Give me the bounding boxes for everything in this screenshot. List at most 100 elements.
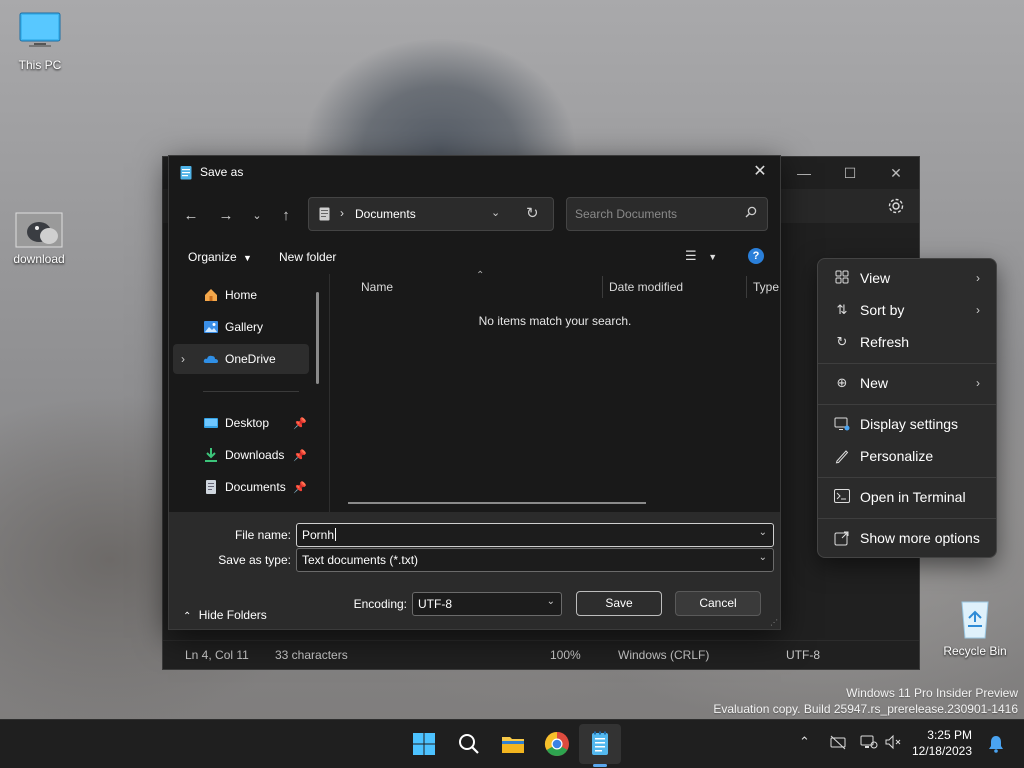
sidebar-item-gallery[interactable]: Gallery [173, 312, 309, 342]
desktop-icon-label: This PC [18, 58, 62, 72]
back-arrow-icon[interactable]: ← [179, 204, 203, 228]
home-icon [205, 289, 217, 301]
file-name-input[interactable]: Pornh ⌄ [296, 523, 774, 547]
recent-chevron-down-icon[interactable]: ⌄ [245, 204, 269, 228]
pin-icon[interactable]: 📌 [293, 449, 307, 462]
menu-item-view[interactable]: View › [822, 263, 992, 293]
menu-item-show-more-options[interactable]: Show more options [822, 523, 992, 553]
menu-separator [818, 518, 996, 519]
search-icon[interactable] [455, 730, 483, 758]
pin-icon[interactable]: 📌 [293, 417, 307, 430]
network-icon[interactable] [860, 734, 878, 753]
maximize-button[interactable]: ☐ [827, 165, 873, 182]
notepad-icon[interactable] [586, 730, 614, 758]
windows-start-icon[interactable] [410, 730, 438, 758]
menu-item-open-in-terminal[interactable]: Open in Terminal [822, 482, 992, 512]
encoding-select[interactable]: UTF-8 ⌄ [412, 592, 562, 616]
save-as-type-select[interactable]: Text documents (*.txt) ⌄ [296, 548, 774, 572]
chevron-right-icon: › [976, 303, 980, 317]
sort-arrow-icon: ⌃ [476, 270, 485, 281]
chevron-down-icon: ▼ [708, 252, 718, 262]
menu-item-new[interactable]: ⊕ New › [822, 368, 992, 398]
up-arrow-icon[interactable]: ↑ [274, 204, 298, 228]
clock[interactable]: 3:25 PM 12/18/2023 [912, 727, 972, 759]
sidebar-item-onedrive[interactable]: › OneDrive [173, 344, 309, 374]
hide-folders-label: Hide Folders [198, 608, 267, 622]
menu-item-personalize[interactable]: Personalize [822, 441, 992, 471]
new-folder-button[interactable]: New folder [279, 250, 336, 264]
status-encoding[interactable]: UTF-8 [786, 648, 820, 662]
gear-icon[interactable] [887, 197, 905, 215]
organize-button[interactable]: Organize ▼ [188, 250, 252, 264]
no-network-icon[interactable] [829, 734, 847, 753]
status-zoom[interactable]: 100% [550, 648, 581, 662]
recycle-bin-icon [955, 596, 995, 640]
horizontal-scrollbar[interactable] [348, 502, 646, 504]
chevron-down-icon[interactable]: ⌄ [491, 206, 500, 219]
search-placeholder[interactable]: Search Documents [575, 207, 677, 221]
terminal-icon [834, 489, 850, 505]
chevron-up-icon: ⌃ [183, 611, 192, 622]
menu-separator [818, 363, 996, 364]
column-header-date-modified[interactable]: Date modified [609, 280, 683, 306]
help-icon[interactable]: ? [748, 248, 764, 264]
file-name-value[interactable]: Pornh [302, 528, 337, 542]
resize-grip-icon[interactable]: ⋰ [770, 618, 778, 627]
speaker-muted-icon[interactable] [884, 734, 902, 753]
file-list-pane: ⌃ Name Date modified Type No items match… [329, 270, 780, 512]
breadcrumb-documents[interactable]: Documents [355, 207, 416, 221]
chevron-down-icon[interactable]: ⌄ [547, 596, 555, 607]
gallery-icon [204, 321, 218, 333]
share-icon [834, 530, 850, 546]
chevron-right-icon: › [976, 271, 980, 285]
monitor-icon [18, 10, 62, 54]
column-divider[interactable] [746, 276, 747, 298]
sidebar-item-desktop[interactable]: Desktop 📌 [173, 408, 309, 438]
sidebar-item-label: Desktop [225, 416, 270, 430]
clock-time: 3:25 PM [927, 728, 972, 742]
chrome-icon[interactable] [543, 730, 571, 758]
file-explorer-icon[interactable] [499, 730, 527, 758]
sidebar-item-label: Gallery [225, 320, 264, 334]
menu-item-sort-by[interactable]: ⇅ Sort by › [822, 295, 992, 325]
column-header-name[interactable]: Name [361, 280, 393, 306]
notification-bell-icon[interactable] [988, 735, 1004, 756]
desktop-icon-download[interactable]: download [0, 212, 79, 266]
sidebar-item-downloads[interactable]: Downloads 📌 [173, 440, 309, 470]
chevron-down-icon[interactable]: ⌄ [759, 527, 767, 538]
expand-chevron-icon[interactable]: › [181, 352, 185, 366]
column-divider[interactable] [602, 276, 603, 298]
menu-item-label: Open in Terminal [860, 489, 966, 505]
menu-item-label: Show more options [860, 530, 980, 546]
view-options-button[interactable]: ☰ ▼ [685, 248, 717, 264]
desktop-icon-this-pc[interactable]: This PC [0, 10, 80, 72]
save-options-panel: File name: Pornh ⌄ Save as type: Text do… [169, 512, 780, 629]
pin-icon[interactable]: 📌 [293, 481, 307, 494]
nav-scrollbar[interactable] [316, 292, 319, 384]
search-box[interactable]: Search Documents [566, 197, 768, 231]
chevron-down-icon[interactable]: ⌄ [759, 552, 767, 563]
close-button[interactable]: ✕ [873, 165, 919, 182]
sidebar-item-documents[interactable]: Documents 📌 [173, 472, 309, 502]
desktop-icon-recycle-bin[interactable]: Recycle Bin [935, 596, 1015, 658]
column-header-type[interactable]: Type [753, 280, 779, 306]
menu-item-display-settings[interactable]: Display settings [822, 409, 992, 439]
address-bar[interactable]: › Documents ⌄ ↻ [308, 197, 554, 231]
status-line-ending[interactable]: Windows (CRLF) [618, 648, 709, 662]
list-view-icon: ☰ [685, 248, 697, 263]
onedrive-cloud-icon [203, 355, 218, 363]
search-icon[interactable] [745, 206, 757, 221]
close-icon[interactable]: ✕ [748, 161, 772, 183]
sidebar-item-home[interactable]: Home [173, 280, 309, 310]
forward-arrow-icon[interactable]: → [214, 204, 238, 228]
document-icon [319, 207, 330, 221]
menu-item-label: New [860, 375, 889, 391]
menu-item-refresh[interactable]: ↻ Refresh [822, 327, 992, 357]
save-button[interactable]: Save [576, 591, 662, 616]
minimize-button[interactable]: — [781, 165, 827, 181]
refresh-icon[interactable]: ↻ [526, 204, 539, 222]
display-settings-icon [834, 416, 850, 432]
cancel-button[interactable]: Cancel [675, 591, 761, 616]
hide-folders-button[interactable]: ⌃ Hide Folders [183, 608, 267, 622]
chevron-up-icon[interactable]: ⌃ [799, 734, 810, 750]
